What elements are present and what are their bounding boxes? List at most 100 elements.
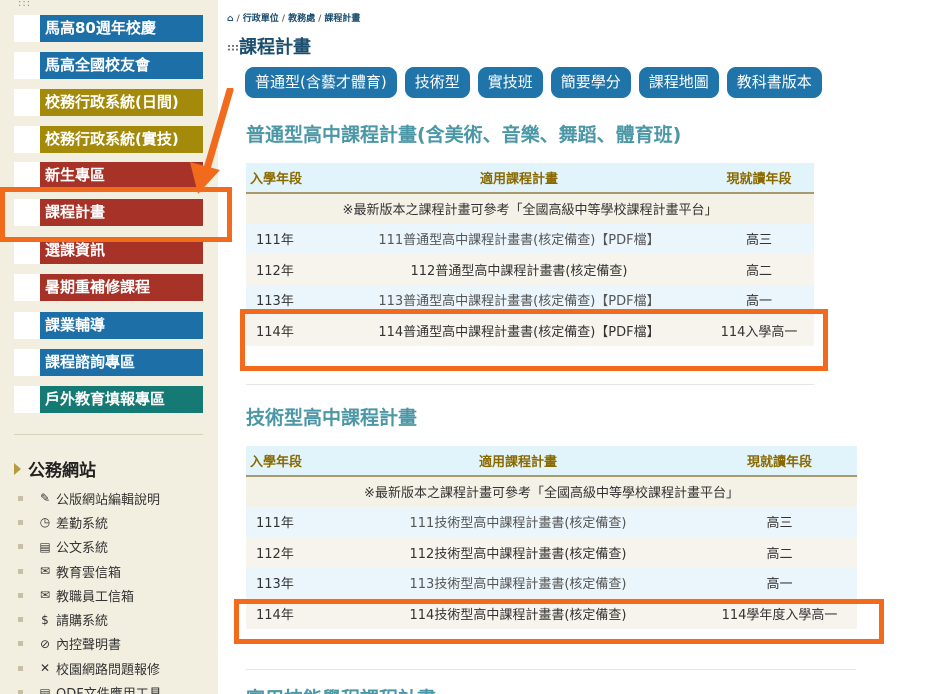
sidebar-item-admin-day[interactable]: 校務行政系統(日間) [14, 89, 203, 116]
tab-general[interactable]: 普通型(含藝才體育) [245, 67, 397, 98]
cell-year: 112年 [246, 254, 334, 285]
section-title-technical: 技術型高中課程計畫 [246, 407, 418, 429]
note-link[interactable]: ※最新版本之課程計畫可參考「全國高級中等學校課程計畫平台」 [246, 476, 857, 507]
stub [14, 162, 40, 189]
header-plan: 適用課程計畫 [334, 163, 704, 194]
sidebar-item-label: 課程諮詢專區 [40, 349, 203, 376]
link-label: 內控聲明書 [56, 638, 122, 654]
table-note-row: ※最新版本之課程計畫可參考「全國高級中等學校課程計畫平台」 [246, 193, 814, 224]
sidebar-item-label: 馬高80週年校慶 [40, 15, 203, 42]
header-grade: 現就讀年段 [704, 163, 814, 194]
stub [14, 386, 40, 413]
bullet [18, 592, 23, 598]
tab-practical[interactable]: 實技班 [477, 67, 543, 98]
paperclip-icon: ⊘ [39, 636, 51, 651]
link-staff-mail[interactable]: ✉ 教職員工信箱 [18, 583, 162, 607]
sidebar-item-summer-remedial[interactable]: 暑期重補修課程 [14, 274, 203, 301]
mail-icon: ✉ [39, 564, 51, 579]
cell-grade: 高三 [704, 223, 814, 254]
section-divider [246, 384, 814, 385]
sidebar-divider [14, 434, 203, 435]
link-attendance[interactable]: ◷ 差勤系統 [18, 510, 162, 534]
link-edu-cloud-mail[interactable]: ✉ 教育雲信箱 [18, 559, 162, 583]
link-label: 教職員工信箱 [56, 589, 135, 605]
stub [14, 52, 40, 79]
sidebar-item-alumni[interactable]: 馬高全國校友會 [14, 52, 203, 79]
table-row: 111年 111普通型高中課程計畫書(核定備查)【PDF檔】 高三 [246, 223, 814, 254]
title-dots: ::: [227, 42, 239, 54]
section-title-general: 普通型高中課程計畫(含美術、音樂、舞蹈、體育班) [246, 124, 682, 146]
mail-icon: ✉ [39, 588, 51, 603]
breadcrumb-sep: / [236, 14, 240, 24]
tab-credits[interactable]: 簡要學分 [550, 67, 631, 98]
annotation-arrow-icon [190, 88, 234, 194]
link-official-docs[interactable]: ▤ 公文系統 [18, 535, 162, 559]
section-divider [246, 669, 856, 670]
home-icon[interactable]: ⌂ [227, 14, 233, 24]
tools-icon: ✕ [39, 661, 51, 676]
sidebar-dots: ::: [18, 0, 32, 9]
breadcrumb-item[interactable]: 課程計畫 [324, 14, 360, 24]
header-year: 入學年段 [246, 446, 334, 477]
dollar-document-icon: $ [41, 612, 49, 627]
official-sites-label: 公務網站 [28, 461, 96, 481]
link-label: 公文系統 [56, 541, 109, 557]
header-year: 入學年段 [246, 163, 334, 194]
bullet [18, 568, 23, 574]
triangle-right-icon [14, 462, 21, 475]
cell-year: 113年 [246, 567, 334, 598]
document-icon: ▤ [39, 685, 51, 694]
link-label: 校園網路問題報修 [56, 662, 161, 678]
table-row: 112年 112普通型高中課程計畫書(核定備查) 高二 [246, 254, 814, 285]
header-grade: 現就讀年段 [702, 446, 857, 477]
cell-grade: 高一 [702, 567, 857, 598]
sidebar-item-course-consult[interactable]: 課程諮詢專區 [14, 349, 203, 376]
link-label: 公版網站編輯說明 [56, 492, 161, 508]
breadcrumb-item[interactable]: 行政單位 [243, 14, 279, 24]
sidebar-item-80th-anniversary[interactable]: 馬高80週年校慶 [14, 15, 203, 42]
bullet [18, 641, 23, 647]
table-header-row: 入學年段 適用課程計畫 現就讀年段 [246, 446, 857, 477]
highlight-box-technical-114 [234, 599, 884, 644]
stub [14, 126, 40, 153]
tab-course-map[interactable]: 課程地圖 [638, 67, 719, 98]
cell-grade: 高二 [702, 537, 857, 568]
note-link[interactable]: ※最新版本之課程計畫可參考「全國高級中等學校課程計畫平台」 [246, 193, 814, 224]
sidebar-item-outdoor-education[interactable]: 戶外教育填報專區 [14, 386, 203, 413]
tab-textbook[interactable]: 教科書版本 [726, 67, 822, 98]
bullet [18, 544, 23, 550]
page-title-text: 課程計畫 [239, 37, 311, 58]
link-internal-control[interactable]: ⊘ 內控聲明書 [18, 632, 162, 656]
cell-grade: 高三 [702, 506, 857, 537]
cell-plan-link[interactable]: 113技術型高中課程計畫書(核定備查) [334, 567, 702, 598]
link-network-repair[interactable]: ✕ 校園網路問題報修 [18, 656, 162, 680]
cell-plan-link[interactable]: 112技術型高中課程計畫書(核定備查) [334, 537, 702, 568]
sidebar-item-tutoring[interactable]: 課業輔導 [14, 312, 203, 339]
link-edit-guide[interactable]: ✎ 公版網站編輯說明 [18, 486, 162, 510]
link-purchase[interactable]: $ 請購系統 [18, 607, 162, 631]
page-title: :::課程計畫 [227, 33, 311, 59]
clock-icon: ◷ [39, 515, 51, 530]
cell-plan-link[interactable]: 111技術型高中課程計畫書(核定備查) [334, 506, 702, 537]
cell-year: 112年 [246, 537, 334, 568]
cell-year: 111年 [246, 506, 334, 537]
cell-plan-link[interactable]: 112普通型高中課程計畫書(核定備查) [334, 254, 704, 285]
sidebar-item-label: 戶外教育填報專區 [40, 386, 203, 413]
bullet [18, 519, 23, 525]
bullet [18, 665, 23, 671]
highlight-box-general-114 [240, 309, 828, 371]
link-label: 差勤系統 [56, 516, 109, 532]
sidebar-item-admin-practical[interactable]: 校務行政系統(實技) [14, 126, 203, 153]
cell-plan-link[interactable]: 111普通型高中課程計畫書(核定備查)【PDF檔】 [334, 223, 704, 254]
link-label: 教育雲信箱 [56, 565, 122, 581]
sidebar-item-freshmen[interactable]: 新生專區 [14, 162, 203, 189]
sidebar-item-label: 課業輔導 [40, 312, 203, 339]
link-odf-tools[interactable]: ▤ ODF文件應用工具 [18, 680, 162, 694]
bullet [18, 495, 23, 501]
section-title-next: 實用技能學程課程計畫 [246, 684, 436, 694]
cell-year: 111年 [246, 223, 334, 254]
tab-technical[interactable]: 技術型 [404, 67, 470, 98]
tab-bar: 普通型(含藝才體育) 技術型 實技班 簡要學分 課程地圖 教科書版本 [245, 67, 822, 98]
breadcrumb-sep: / [281, 14, 286, 24]
breadcrumb-item[interactable]: 教務處 [288, 14, 315, 24]
